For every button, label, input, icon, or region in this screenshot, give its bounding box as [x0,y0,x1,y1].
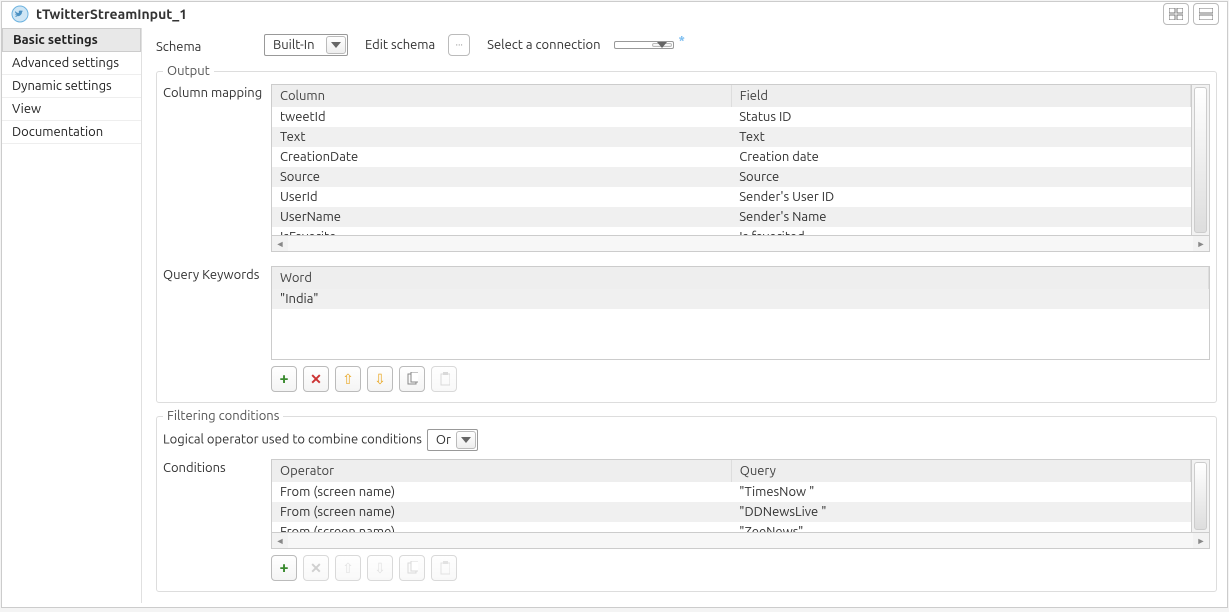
arrow-down-icon: ⇩ [374,560,386,577]
conditions-table[interactable]: Operator Query From (screen name)"TimesN… [271,459,1192,533]
table-row: tweetIdStatus ID [272,107,1191,127]
connection-select[interactable] [614,41,674,49]
view-list-button[interactable] [1193,3,1219,25]
plus-icon: + [279,559,288,577]
table-row: "India" [272,289,1209,309]
select-connection-label: Select a connection [487,38,600,52]
column-mapping-label: Column mapping [163,84,271,100]
chevron-down-icon [652,43,672,47]
add-row-button[interactable]: + [271,366,297,392]
sidebar-item-dynamic-settings[interactable]: Dynamic settings [2,75,141,98]
query-keywords-table[interactable]: Word "India" [271,266,1210,360]
filtering-fieldset: Filtering conditions Logical operator us… [156,409,1217,592]
x-icon: ✕ [310,371,322,388]
table-row: From (screen name)"TimesNow " [272,482,1191,502]
chevron-down-icon [456,431,476,449]
table-row: TextText [272,127,1191,147]
column-header-column: Column [272,85,731,107]
copy-row-button[interactable] [399,555,425,581]
table-row: IsFavoriteIs favorited [272,227,1191,236]
move-down-button[interactable]: ⇩ [367,366,393,392]
required-marker: * [678,34,684,48]
logical-operator-select[interactable]: Or [427,429,478,451]
main-content: Schema Built-In Edit schema ··· Select a… [142,28,1227,603]
schema-value: Built-In [273,38,315,52]
delete-row-button[interactable]: ✕ [303,366,329,392]
edit-schema-label: Edit schema [365,38,435,52]
scrollbar-horizontal[interactable]: ◄► [271,236,1210,252]
arrow-up-icon: ⇧ [342,560,354,577]
x-icon: ✕ [310,560,322,577]
move-up-button[interactable]: ⇧ [335,366,361,392]
column-header-query: Query [731,460,1190,482]
add-row-button[interactable]: + [271,555,297,581]
arrow-up-icon: ⇧ [342,371,354,388]
copy-icon [406,561,418,575]
column-mapping-table[interactable]: Column Field tweetIdStatus ID TextText C… [271,84,1192,236]
column-header-operator: Operator [272,460,731,482]
paste-row-button[interactable] [431,366,457,392]
sidebar-item-documentation[interactable]: Documentation [2,121,141,144]
logical-operator-value: Or [436,433,451,447]
component-panel: tTwitterStreamInput_1 Basic settings Adv… [1,1,1228,608]
table-row: From (screen name)"ZeeNews" [272,522,1191,533]
table-row: SourceSource [272,167,1191,187]
table-row: From (screen name)"DDNewsLive " [272,502,1191,522]
view-grid-button[interactable] [1163,3,1189,25]
chevron-down-icon [326,36,346,54]
output-legend: Output [163,64,214,78]
column-header-word: Word [272,267,1209,289]
header: tTwitterStreamInput_1 [2,2,1227,28]
conditions-label: Conditions [163,459,271,475]
paste-icon [438,372,450,386]
paste-icon [438,561,450,575]
logical-operator-label: Logical operator used to combine conditi… [163,432,422,446]
table-row: CreationDateCreation date [272,147,1191,167]
scrollbar-vertical[interactable] [1192,84,1210,236]
sidebar-item-basic-settings[interactable]: Basic settings [2,28,141,52]
copy-icon [406,372,418,386]
column-header-field: Field [731,85,1190,107]
sidebar-item-view[interactable]: View [2,98,141,121]
paste-row-button[interactable] [431,555,457,581]
schema-label: Schema [156,34,264,54]
delete-row-button[interactable]: ✕ [303,555,329,581]
edit-schema-button[interactable]: ··· [448,34,470,56]
move-down-button[interactable]: ⇩ [367,555,393,581]
schema-select[interactable]: Built-In [264,34,348,56]
sidebar-item-advanced-settings[interactable]: Advanced settings [2,52,141,75]
output-fieldset: Output Column mapping Column Field [156,64,1217,403]
move-up-button[interactable]: ⇧ [335,555,361,581]
filtering-legend: Filtering conditions [163,409,283,423]
table-row: UserNameSender's Name [272,207,1191,227]
plus-icon: + [279,370,288,388]
twitter-icon [10,4,30,24]
arrow-down-icon: ⇩ [374,371,386,388]
copy-row-button[interactable] [399,366,425,392]
component-title: tTwitterStreamInput_1 [36,6,1163,22]
scrollbar-vertical[interactable] [1192,459,1210,533]
scrollbar-horizontal[interactable]: ◄► [271,533,1210,549]
query-keywords-label: Query Keywords [163,266,271,282]
settings-sidebar: Basic settings Advanced settings Dynamic… [2,28,142,603]
table-row: UserIdSender's User ID [272,187,1191,207]
